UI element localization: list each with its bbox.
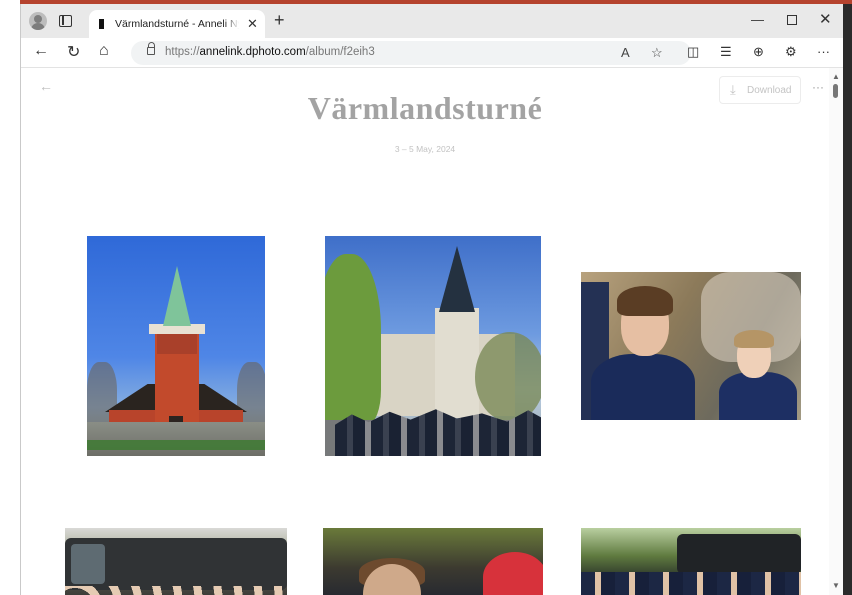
screen: Värmlandsturné - Anneli Nygårds ✕ + — ✕ … bbox=[0, 0, 852, 595]
scroll-up-icon[interactable]: ▲ bbox=[832, 72, 840, 81]
page-content: ← ⤓ Download ··· Värmlandsturné 3 – 5 Ma… bbox=[21, 68, 843, 595]
profile-icon[interactable] bbox=[29, 12, 47, 30]
title-bar: Värmlandsturné - Anneli Nygårds ✕ + — ✕ bbox=[21, 4, 843, 38]
lock-icon[interactable] bbox=[147, 42, 155, 55]
new-tab-icon[interactable]: + bbox=[274, 10, 285, 31]
refresh-icon[interactable]: ↻ bbox=[67, 42, 80, 62]
home-icon[interactable]: ⌂ bbox=[99, 42, 109, 60]
vertical-scrollbar[interactable]: ▲ ▼ bbox=[829, 68, 843, 595]
favorites-icon[interactable]: ☰ bbox=[720, 44, 732, 60]
back-icon[interactable]: ← bbox=[33, 42, 49, 60]
photo-red-church[interactable] bbox=[87, 236, 265, 456]
album-title: Värmlandsturné bbox=[307, 90, 543, 126]
favorite-star-icon[interactable]: ☆ bbox=[651, 45, 663, 61]
scroll-down-icon[interactable]: ▼ bbox=[832, 581, 840, 590]
tab-actions-icon[interactable] bbox=[59, 15, 72, 27]
address-bar[interactable]: https://annelink.dphoto.com/album/f2eih3… bbox=[131, 41, 691, 65]
tab-title: Värmlandsturné - Anneli Nygårds bbox=[115, 18, 239, 30]
scroll-thumb[interactable] bbox=[833, 84, 838, 98]
favicon-icon bbox=[99, 19, 104, 29]
desktop-edge-left bbox=[0, 0, 20, 595]
photo-crowd-closeup[interactable] bbox=[323, 528, 543, 595]
minimize-icon[interactable]: — bbox=[751, 12, 764, 27]
maximize-icon[interactable] bbox=[787, 15, 797, 25]
close-window-icon[interactable]: ✕ bbox=[819, 10, 832, 28]
browser-window: Värmlandsturné - Anneli Nygårds ✕ + — ✕ … bbox=[20, 4, 843, 595]
photo-two-kids[interactable] bbox=[581, 272, 801, 420]
url-text[interactable]: https://annelink.dphoto.com/album/f2eih3 bbox=[165, 46, 375, 58]
photo-tour-bus[interactable] bbox=[65, 528, 287, 595]
album-dates: 3 – 5 May, 2024 bbox=[394, 144, 456, 154]
url-domain: annelink.dphoto.com bbox=[199, 46, 306, 58]
photo-group-by-bus[interactable] bbox=[581, 528, 801, 595]
photo-white-church-group[interactable] bbox=[325, 236, 541, 456]
extension-icon[interactable]: ⚙ bbox=[785, 44, 797, 60]
collections-icon[interactable]: ⊕ bbox=[753, 44, 764, 60]
split-screen-icon[interactable]: ◫ bbox=[687, 44, 699, 60]
read-aloud-icon[interactable]: A bbox=[621, 45, 630, 60]
url-protocol: https:// bbox=[165, 46, 200, 58]
url-path: /album/f2eih3 bbox=[305, 46, 375, 58]
toolbar: ← ↻ ⌂ https://annelink.dphoto.com/album/… bbox=[21, 38, 843, 68]
settings-more-icon[interactable]: ··· bbox=[817, 44, 830, 59]
close-tab-icon[interactable]: ✕ bbox=[247, 16, 258, 32]
desktop-edge-right bbox=[842, 4, 852, 595]
active-tab[interactable]: Värmlandsturné - Anneli Nygårds ✕ bbox=[89, 10, 265, 38]
